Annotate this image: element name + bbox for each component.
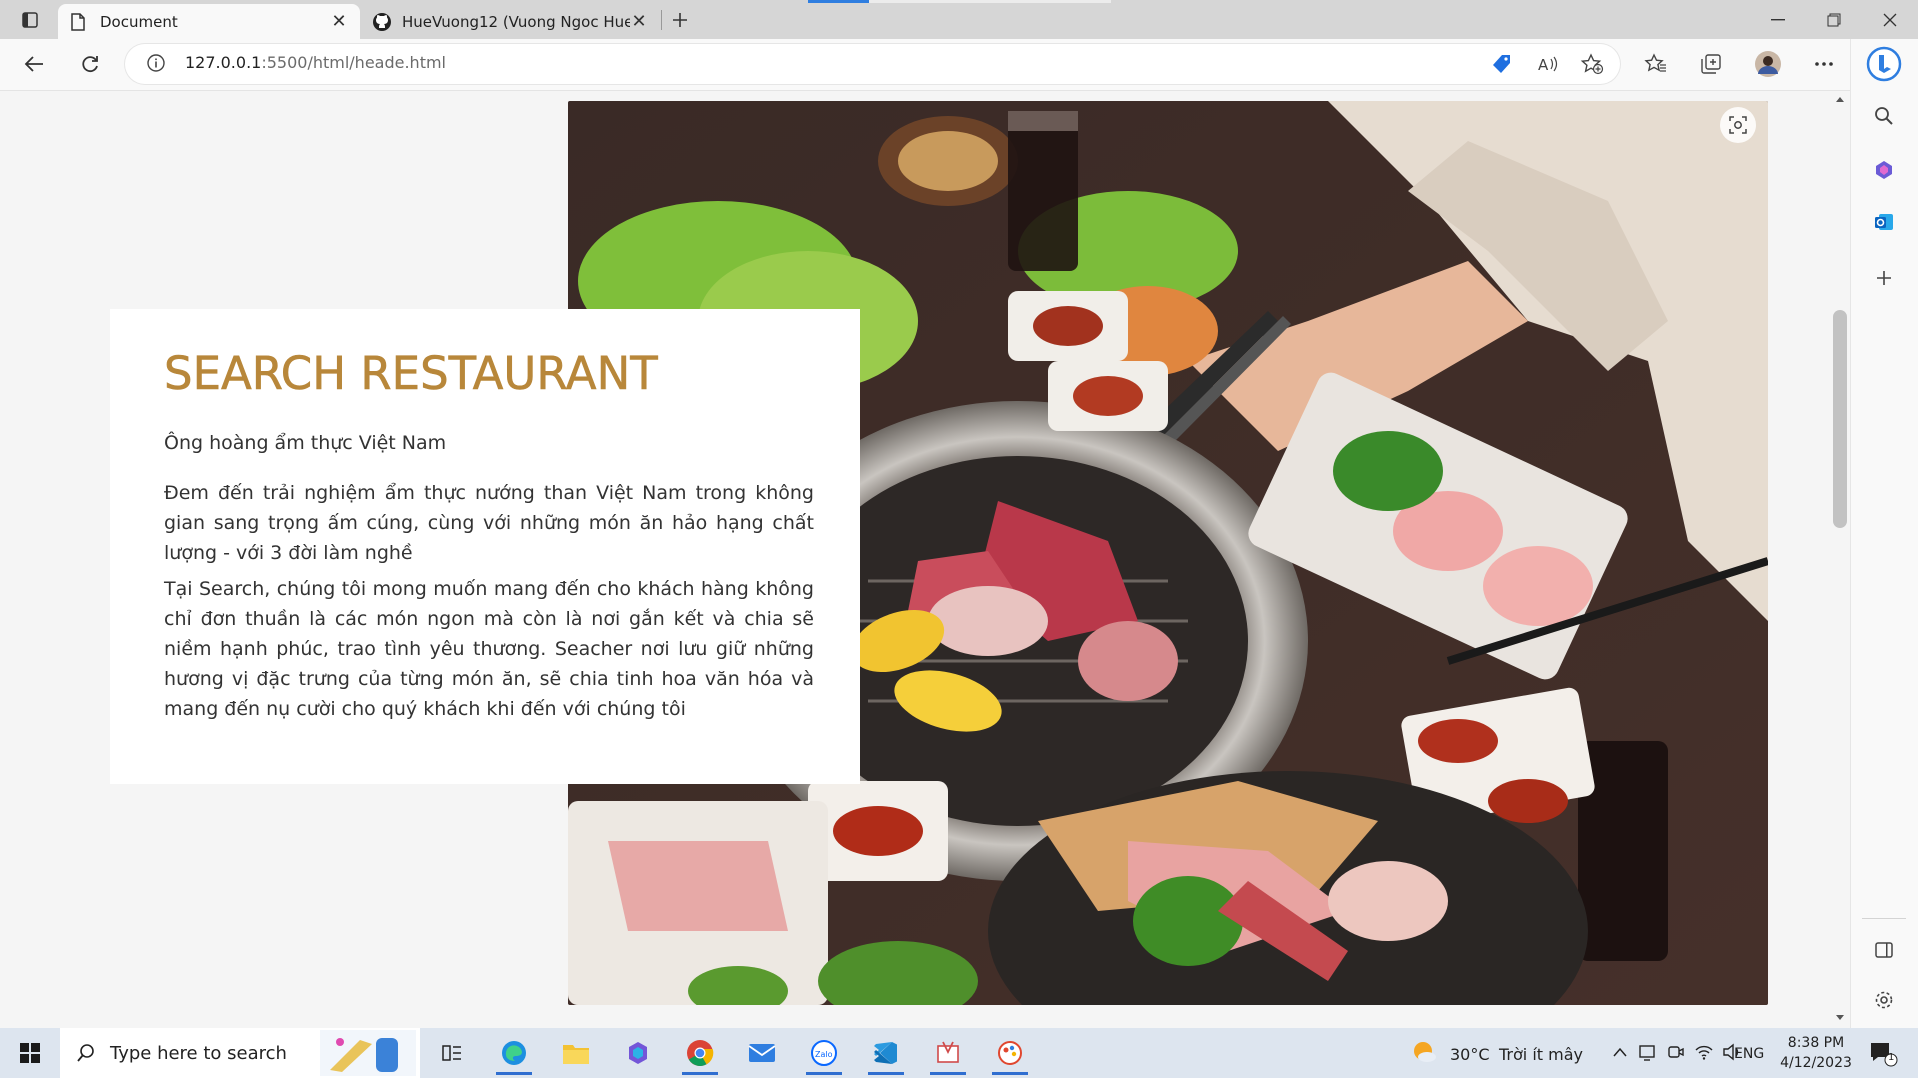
loading-track bbox=[869, 0, 1111, 3]
file-explorer-icon[interactable] bbox=[552, 1031, 600, 1075]
github-icon bbox=[372, 12, 392, 32]
add-sidebar-app-icon[interactable] bbox=[1864, 258, 1904, 298]
coupon-tag-icon[interactable] bbox=[1484, 46, 1520, 82]
url-host: 127.0.0.1 bbox=[185, 53, 262, 72]
search-highlight-image[interactable] bbox=[320, 1030, 416, 1076]
clock-time: 8:38 PM bbox=[1787, 1035, 1845, 1051]
close-tab-icon[interactable]: ✕ bbox=[330, 11, 348, 32]
subtitle: Ông hoàng ẩm thực Việt Nam bbox=[164, 432, 447, 454]
new-tab-icon[interactable] bbox=[662, 2, 698, 38]
snipping-tool-icon[interactable] bbox=[924, 1031, 972, 1075]
intro-paragraph-1: Đem đến trải nghiệm ẩm thực nướng than V… bbox=[164, 482, 814, 564]
notification-count: 1 bbox=[1888, 1052, 1895, 1063]
loading-indicator bbox=[808, 0, 869, 3]
weather-icon[interactable] bbox=[1410, 1038, 1438, 1066]
close-window-icon[interactable] bbox=[1862, 0, 1918, 39]
tab-document[interactable]: Document ✕ bbox=[58, 4, 360, 39]
wifi-icon[interactable] bbox=[1694, 1043, 1714, 1061]
copilot-icon[interactable] bbox=[1864, 150, 1904, 190]
scroll-down-icon[interactable] bbox=[1835, 1014, 1845, 1022]
copilot-taskbar-icon[interactable] bbox=[614, 1031, 662, 1075]
outlook-icon[interactable] bbox=[1864, 202, 1904, 242]
back-icon[interactable] bbox=[16, 46, 52, 82]
network-icon[interactable] bbox=[1638, 1043, 1658, 1061]
tab-title: HueVuong12 (Vuong Ngoc Hue) bbox=[402, 12, 630, 31]
url-text[interactable]: 127.0.0.1:5500/html/heade.html bbox=[185, 53, 446, 72]
read-aloud-icon[interactable]: A bbox=[1530, 46, 1566, 82]
intro-card: SEARCH RESTAURANT Ông hoàng ẩm thực Việt… bbox=[110, 309, 860, 784]
sidebar-settings-icon[interactable] bbox=[1864, 980, 1904, 1020]
search-icon[interactable] bbox=[1864, 96, 1904, 136]
intro-paragraph-2: Tại Search, chúng tôi mong muốn mang đến… bbox=[164, 578, 814, 720]
edge-taskbar-icon[interactable] bbox=[490, 1031, 538, 1075]
scrollbar-track[interactable] bbox=[1831, 91, 1850, 1028]
svg-text:A: A bbox=[1538, 56, 1549, 74]
scroll-up-icon[interactable] bbox=[1835, 95, 1845, 103]
page-content: SEARCH RESTAURANT Ông hoàng ẩm thực Việt… bbox=[0, 91, 1850, 1028]
collections-icon[interactable] bbox=[1693, 46, 1729, 82]
more-options-icon[interactable] bbox=[1806, 46, 1842, 82]
bing-chat-icon[interactable] bbox=[1864, 44, 1904, 84]
chrome-icon[interactable] bbox=[676, 1031, 724, 1075]
restore-icon[interactable] bbox=[1806, 0, 1862, 39]
taskbar-search-placeholder: Type here to search bbox=[110, 1043, 287, 1064]
weather-temperature[interactable]: 30°C bbox=[1450, 1045, 1490, 1064]
scrollbar-thumb[interactable] bbox=[1833, 310, 1847, 528]
url-path: :5500/html/heade.html bbox=[261, 53, 446, 72]
site-info-icon[interactable] bbox=[146, 53, 166, 73]
hide-sidebar-icon[interactable] bbox=[1864, 930, 1904, 970]
vscode-icon[interactable] bbox=[862, 1031, 910, 1075]
paint-app-icon[interactable] bbox=[986, 1031, 1034, 1075]
profile-avatar[interactable] bbox=[1750, 46, 1786, 82]
svg-text:Zalo: Zalo bbox=[815, 1050, 833, 1059]
windows-start-icon[interactable] bbox=[6, 1031, 54, 1075]
document-icon bbox=[70, 12, 86, 31]
clock[interactable]: 8:38 PM 4/12/2023 bbox=[1778, 1033, 1854, 1073]
page-title: SEARCH RESTAURANT bbox=[164, 347, 658, 401]
add-favorite-icon[interactable] bbox=[1574, 46, 1610, 82]
tab-actions-icon[interactable] bbox=[12, 2, 48, 38]
minimize-icon[interactable] bbox=[1750, 0, 1806, 39]
mail-icon[interactable] bbox=[738, 1031, 786, 1075]
refresh-icon[interactable] bbox=[72, 46, 108, 82]
meet-now-icon[interactable] bbox=[1666, 1043, 1686, 1061]
show-hidden-icons-icon[interactable] bbox=[1612, 1046, 1628, 1058]
zalo-icon[interactable]: Zalo bbox=[800, 1031, 848, 1075]
visual-search-icon[interactable] bbox=[1720, 107, 1756, 143]
task-view-icon[interactable] bbox=[428, 1031, 476, 1075]
favorites-icon[interactable] bbox=[1638, 46, 1674, 82]
input-language[interactable]: ENG bbox=[1734, 1046, 1764, 1062]
tab-github[interactable]: HueVuong12 (Vuong Ngoc Hue) ✕ bbox=[360, 4, 660, 39]
tab-title: Document bbox=[100, 12, 178, 31]
taskbar-search-icon bbox=[77, 1044, 94, 1062]
close-tab-icon[interactable]: ✕ bbox=[630, 11, 648, 32]
weather-description[interactable]: Trời ít mây bbox=[1499, 1045, 1583, 1064]
sidebar-divider bbox=[1862, 918, 1906, 919]
clock-date: 4/12/2023 bbox=[1780, 1055, 1852, 1071]
